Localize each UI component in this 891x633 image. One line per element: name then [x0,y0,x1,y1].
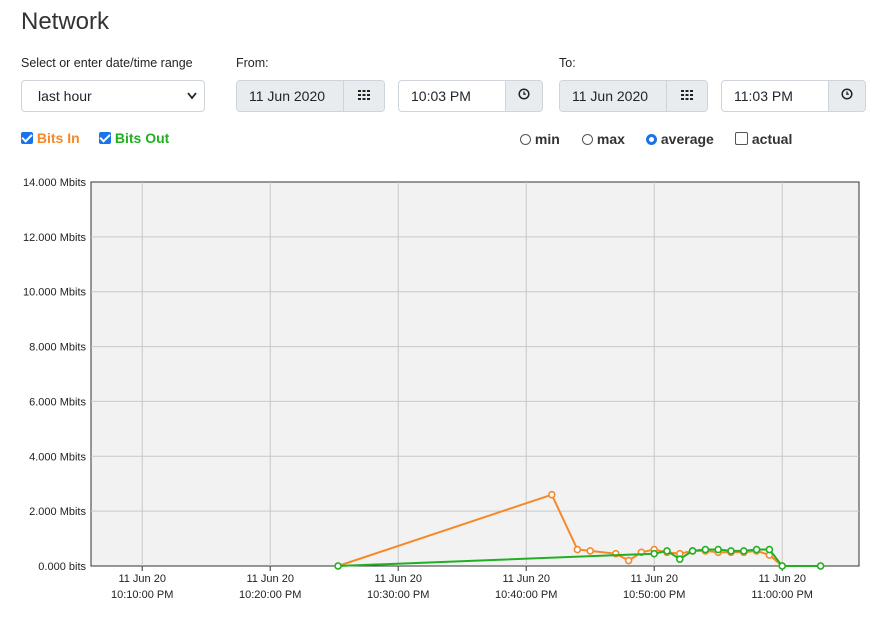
from-date-group: 11 Jun 2020 [236,80,385,112]
bits-in-toggle[interactable]: Bits In [21,130,80,146]
bits-out-toggle[interactable]: Bits Out [99,130,169,146]
mode-min-radio[interactable] [520,134,531,145]
from-clock-button[interactable] [505,81,542,111]
x-tick-time: 10:20:00 PM [239,589,301,601]
y-tick-label: 14.000 Mbits [23,177,86,189]
from-time-field[interactable]: 10:03 PM [399,81,505,111]
bits-in-point[interactable] [624,556,633,565]
mode-max-label: max [596,131,625,147]
range-select[interactable]: last hour [21,80,205,112]
bits-out-point[interactable] [663,547,671,555]
clock-icon [841,87,853,105]
x-tick-time: 10:40:00 PM [495,589,557,601]
bits-out-point[interactable] [714,545,723,554]
bits-out-point[interactable] [675,555,684,563]
y-tick-label: 0.000 bits [38,561,86,573]
bits-out-checkbox[interactable] [99,132,111,144]
bits-out-point[interactable] [701,545,710,554]
bits-out-point[interactable] [752,545,761,554]
x-tick-date: 11 Jun 20 [502,573,550,585]
to-clock-button[interactable] [828,81,865,111]
bits-out-label: Bits Out [114,130,170,146]
bits-out-point[interactable] [688,547,697,555]
mode-min[interactable]: min [520,131,560,147]
y-tick-label: 6.000 Mbits [29,396,86,408]
bits-out-point[interactable] [816,562,825,570]
range-select-value: last hour [38,88,92,104]
x-tick-time: 10:10:00 PM [111,589,173,601]
x-tick-time: 10:30:00 PM [367,589,429,601]
bits-in-checkbox[interactable] [21,132,33,144]
x-tick-date: 11 Jun 20 [758,573,806,585]
bits-in-label: Bits In [36,130,80,146]
bits-in-point[interactable] [573,545,582,554]
network-chart: 0.000 bits 2.000 Mbits 4.000 Mbits 6.000 Mb… [23,177,860,601]
y-tick-label: 10.000 Mbits [23,287,86,299]
calendar-grid-icon [358,87,370,105]
from-calendar-button[interactable] [343,81,384,111]
bits-in-point[interactable] [586,547,595,555]
to-calendar-button[interactable] [666,81,707,111]
bits-in-point[interactable] [547,490,556,499]
bits-out-point[interactable] [334,562,342,570]
range-label: Select or enter date/time range [21,56,193,70]
bits-out-point[interactable] [765,545,774,554]
y-tick-label: 8.000 Mbits [29,342,86,354]
mode-average-radio[interactable] [646,134,657,145]
mode-average[interactable]: average [646,131,714,147]
to-time-group: 11:03 PM [721,80,866,112]
y-axis-labels: 0.000 bits 2.000 Mbits 4.000 Mbits 6.000 Mb… [23,177,86,573]
actual-label: actual [751,131,793,147]
plot-area [90,181,860,567]
mode-min-label: min [534,131,560,147]
clock-icon [518,87,530,105]
chevron-down-icon [187,81,197,122]
from-time-group: 10:03 PM [398,80,543,112]
x-tick-date: 11 Jun 20 [630,573,678,585]
x-tick-time: 10:50:00 PM [623,589,685,601]
from-label: From: [236,56,269,70]
bits-out-point[interactable] [739,547,748,555]
y-tick-label: 12.000 Mbits [23,232,86,244]
mode-max-radio[interactable] [582,134,593,145]
from-date-field[interactable]: 11 Jun 2020 [237,81,343,111]
x-tick-date: 11 Jun 20 [374,573,422,585]
to-label: To: [559,56,576,70]
page-title: Network [21,8,110,35]
mode-max[interactable]: max [582,131,625,147]
mode-average-label: average [660,131,714,147]
to-date-group: 11 Jun 2020 [559,80,708,112]
bits-out-point[interactable] [650,549,659,558]
y-tick-label: 2.000 Mbits [29,506,86,518]
x-tick-time: 11:00:00 PM [751,589,813,601]
to-time-field[interactable]: 11:03 PM [722,81,828,111]
actual-checkbox[interactable] [735,132,748,145]
x-axis-labels: 11 Jun 20 10:10:00 PM 11 Jun 20 10:20:00 PM… [111,573,813,601]
y-tick-label: 4.000 Mbits [29,451,86,463]
x-tick-date: 11 Jun 20 [118,573,166,585]
bits-out-point[interactable] [727,547,735,555]
x-tick-date: 11 Jun 20 [246,573,294,585]
calendar-grid-icon [681,87,693,105]
bits-out-point[interactable] [778,562,787,570]
to-date-field[interactable]: 11 Jun 2020 [560,81,666,111]
actual-toggle[interactable]: actual [735,131,792,147]
